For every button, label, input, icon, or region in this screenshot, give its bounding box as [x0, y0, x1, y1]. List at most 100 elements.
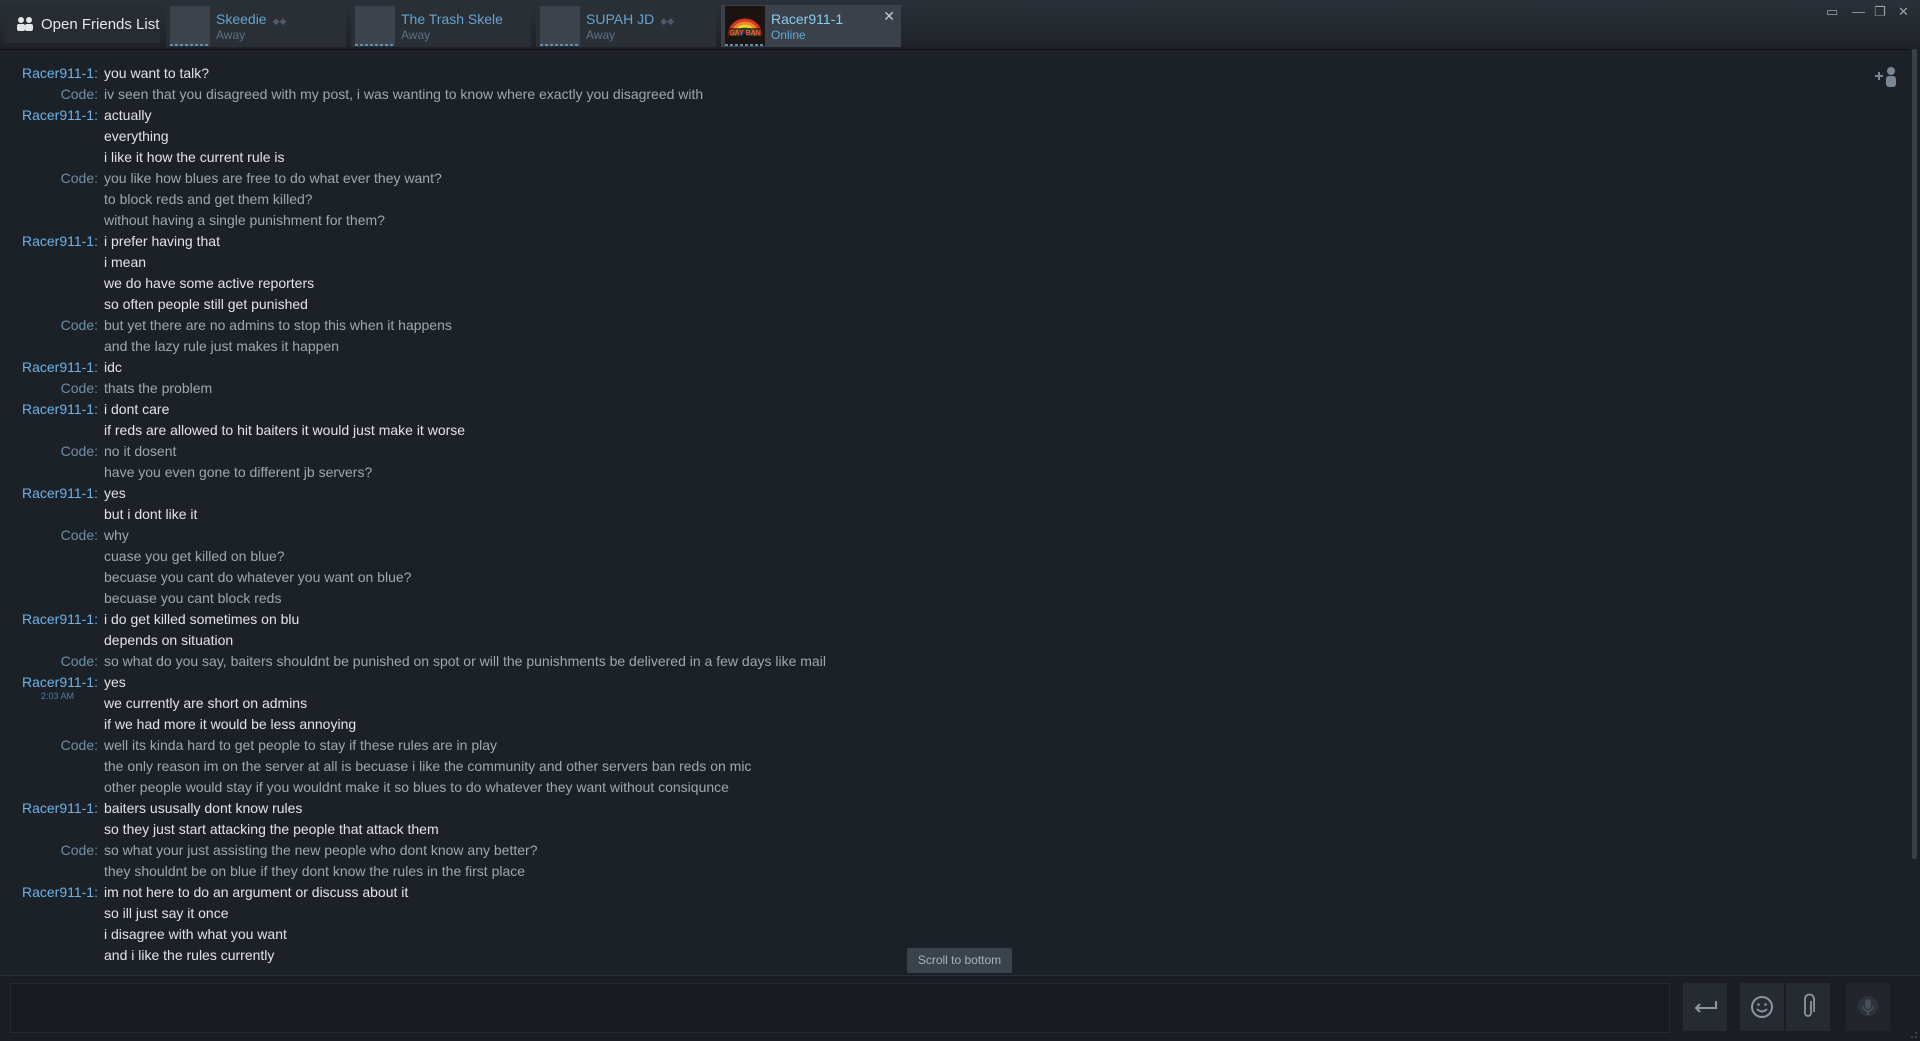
message-sender[interactable]: Code:: [61, 840, 98, 861]
resize-grip-icon[interactable]: [1908, 1029, 1918, 1039]
tab-status: Away: [401, 28, 431, 42]
chat-message: Racer911-1: actually: [0, 105, 1900, 126]
message-text: why: [104, 527, 129, 543]
message-text: without having a single punishment for t…: [104, 212, 385, 228]
message-sender[interactable]: Racer911-1:: [22, 399, 98, 420]
message-sender[interactable]: Code:: [61, 735, 98, 756]
chat-message: Code: why: [0, 525, 1900, 546]
chat-message: i disagree with what you want: [0, 924, 1900, 945]
friends-icon: [17, 17, 33, 31]
chat-message: becuase you cant do whatever you want on…: [0, 567, 1900, 588]
send-button[interactable]: [1683, 983, 1727, 1031]
chat-message: so ill just say it once: [0, 903, 1900, 924]
message-text: i do get killed sometimes on blu: [104, 611, 300, 627]
message-text: im not here to do an argument or discuss…: [104, 884, 409, 900]
avatar: [540, 6, 580, 46]
message-sender[interactable]: Code:: [61, 378, 98, 399]
close-icon[interactable]: ✕: [1898, 4, 1909, 20]
chat-message: we do have some active reporters: [0, 273, 1900, 294]
chat-log: Racer911-1: you want to talk? Code: iv seen…: [0, 49, 1908, 975]
message-sender[interactable]: Code:: [61, 84, 98, 105]
chat-message: cuase you get killed on blue?: [0, 546, 1900, 567]
chat-message: Racer911-1: im not here to do an argument…: [0, 882, 1900, 903]
message-text: other people would stay if you wouldnt m…: [104, 779, 729, 795]
message-input[interactable]: [10, 983, 1670, 1033]
chat-message: Racer911-1: i do get killed sometimes on …: [0, 609, 1900, 630]
add-user-icon[interactable]: [1874, 66, 1900, 88]
chat-message: if reds are allowed to hit baiters it wo…: [0, 420, 1900, 441]
message-text: i like it how the current rule is: [104, 149, 285, 165]
open-friends-list-button[interactable]: Open Friends List: [4, 5, 160, 43]
message-text: but yet there are no admins to stop this…: [104, 317, 452, 333]
chat-message: Code: thats the problem: [0, 378, 1900, 399]
message-sender[interactable]: Racer911-1:: [22, 609, 98, 630]
attach-button[interactable]: [1786, 983, 1830, 1031]
message-sender[interactable]: Code:: [61, 441, 98, 462]
message-sender[interactable]: Racer911-1:: [22, 483, 98, 504]
maximize-icon[interactable]: ❐: [1874, 4, 1886, 20]
message-sender[interactable]: Racer911-1:: [22, 105, 98, 126]
message-sender[interactable]: Racer911-1:: [22, 798, 98, 819]
chat-message: but i dont like it: [0, 504, 1900, 525]
avatar: [170, 6, 210, 46]
message-text: but i dont like it: [104, 506, 198, 522]
tab-name: SUPAH JD: [586, 11, 655, 27]
minimize-icon[interactable]: —: [1852, 4, 1865, 19]
chat-message: i mean: [0, 252, 1900, 273]
message-text: to block reds and get them killed?: [104, 191, 313, 207]
message-text: well its kinda hard to get people to sta…: [104, 737, 497, 753]
message-sender[interactable]: Code:: [61, 315, 98, 336]
chat-message: everything: [0, 126, 1900, 147]
message-text: we currently are short on admins: [104, 695, 308, 711]
message-text: iv seen that you disagreed with my post,…: [104, 86, 704, 102]
attach-icon: [1804, 993, 1815, 1017]
chat-tab-racer911-1[interactable]: GAY BAN Racer911-1 Online ✕: [721, 5, 901, 47]
avatar: GAY BAN: [725, 6, 765, 46]
message-sender[interactable]: Racer911-1:: [22, 882, 98, 903]
chat-tab-supah-jd[interactable]: SUPAH JD ◆◆ Away: [536, 5, 716, 47]
chat-message: Racer911-1: baiters ususally dont know ru…: [0, 798, 1900, 819]
message-text: yes: [104, 674, 126, 690]
send-icon: [1694, 1001, 1717, 1013]
message-sender[interactable]: Code:: [61, 525, 98, 546]
message-text: baiters ususally dont know rules: [104, 800, 303, 816]
message-sender[interactable]: Racer911-1:: [22, 357, 98, 378]
message-text: no it dosent: [104, 443, 177, 459]
chat-tab-the-trash-skele[interactable]: The Trash Skele Away: [351, 5, 531, 47]
message-text: and i like the rules currently: [104, 947, 275, 963]
message-text: becuase you cant do whatever you want on…: [104, 569, 412, 585]
emoticon-button[interactable]: [1740, 983, 1784, 1031]
message-sender[interactable]: Racer911-1:: [22, 63, 98, 84]
scroll-to-bottom-button[interactable]: Scroll to bottom: [907, 948, 1012, 973]
scrollbar-thumb[interactable]: [1912, 49, 1917, 859]
message-text: i mean: [104, 254, 147, 270]
chat-message: if we had more it would be less annoying: [0, 714, 1900, 735]
message-text: so ill just say it once: [104, 905, 229, 921]
tab-name: Racer911-1: [771, 11, 844, 27]
avatar: [355, 6, 395, 46]
message-text: yes: [104, 485, 126, 501]
message-input-area: [0, 975, 1920, 1041]
tab-bar: Open Friends List Skeedie ◆◆ Away The Tra…: [0, 0, 1920, 50]
rainbow-avatar-icon: GAY BAN: [727, 18, 763, 37]
chat-tab-skeedie[interactable]: Skeedie ◆◆ Away: [166, 5, 346, 47]
message-sender[interactable]: Code:: [61, 651, 98, 672]
tab-status: Online: [771, 28, 806, 42]
chat-message: Code: no it dosent: [0, 441, 1900, 462]
chat-message: Racer911-1: you want to talk?: [0, 63, 1900, 84]
voice-button[interactable]: [1846, 983, 1890, 1031]
chat-message: Code: so what your just assisting the new…: [0, 840, 1900, 861]
message-text: thats the problem: [104, 380, 213, 396]
message-text: i dont care: [104, 401, 170, 417]
message-sender[interactable]: Code:: [61, 168, 98, 189]
close-tab-icon[interactable]: ✕: [883, 9, 895, 23]
chat-message: they shouldnt be on blue if they dont kn…: [0, 861, 1900, 882]
message-text: depends on situation: [104, 632, 234, 648]
chat-message: so they just start attacking the people …: [0, 819, 1900, 840]
voice-icon: [1858, 996, 1878, 1016]
message-text: if we had more it would be less annoying: [104, 716, 357, 732]
restore-icon[interactable]: ▭: [1826, 4, 1838, 20]
message-text: becuase you cant block reds: [104, 590, 282, 606]
message-sender[interactable]: Racer911-1:: [22, 231, 98, 252]
chat-message: without having a single punishment for t…: [0, 210, 1900, 231]
